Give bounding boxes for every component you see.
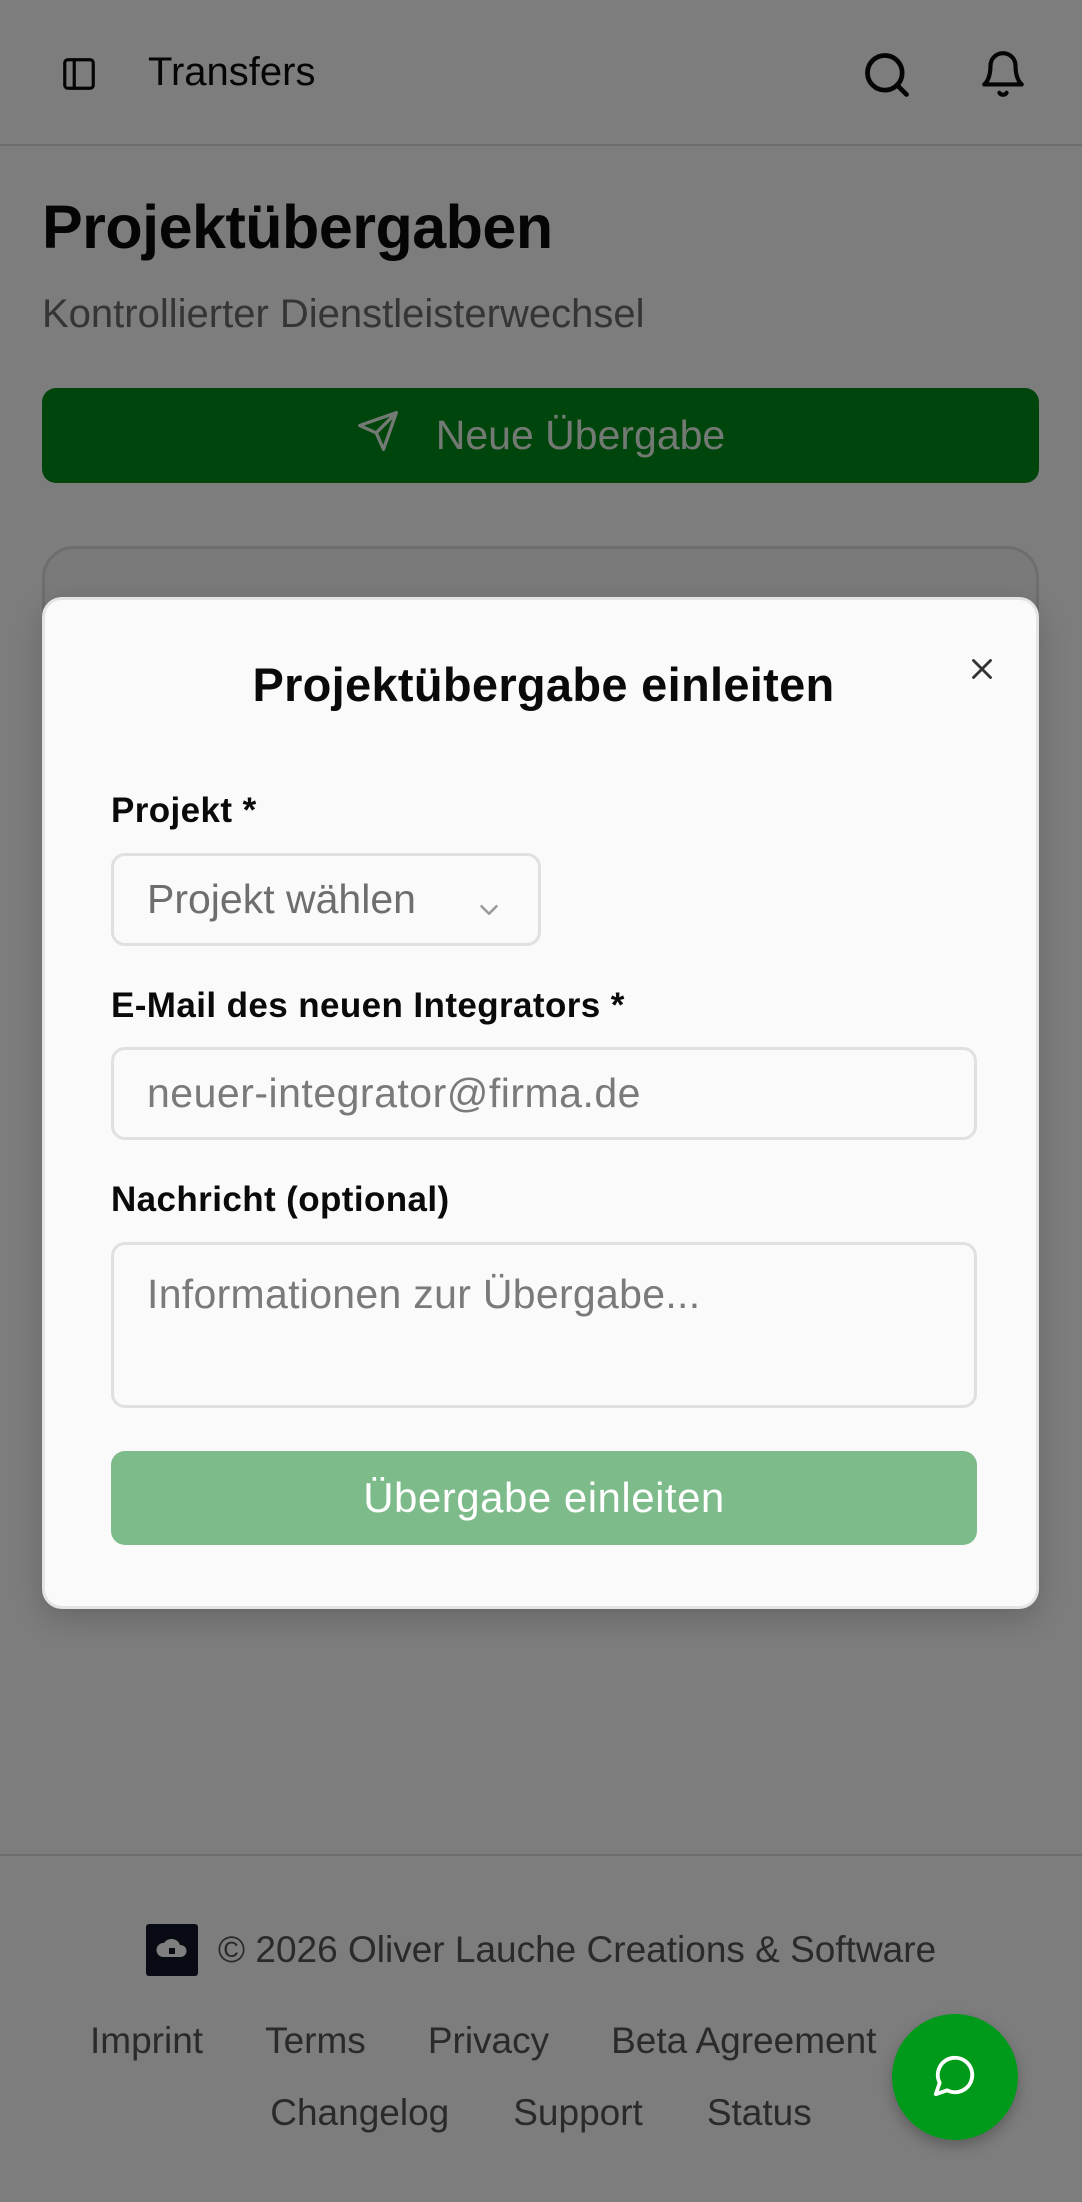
dialog-title: Projektübergabe einleiten [252,658,835,711]
email-field[interactable] [111,1047,977,1140]
chevron-down-icon [474,888,504,935]
chat-bubble-icon [932,2052,978,2103]
project-select-value: Projekt wählen [147,876,416,922]
transfer-dialog: Projektübergabe einleiten Projekt * Proj… [42,597,1039,1609]
project-label: Projekt * [111,791,257,830]
project-select[interactable]: Projekt wählen [111,853,541,946]
start-transfer-button[interactable]: Übergabe einleiten [111,1451,977,1545]
chat-button[interactable] [892,2014,1018,2140]
message-field[interactable] [111,1242,977,1408]
email-label: E-Mail des neuen Integrators * [111,986,625,1025]
message-label: Nachricht (optional) [111,1180,450,1219]
